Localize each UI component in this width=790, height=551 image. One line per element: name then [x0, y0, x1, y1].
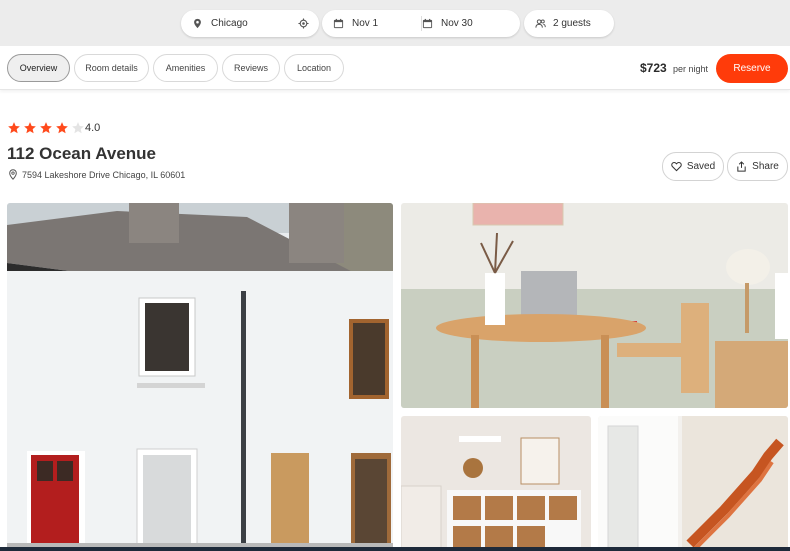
- tab-amenities[interactable]: Amenities: [153, 54, 218, 82]
- price-unit: per night: [673, 64, 709, 74]
- star-icon: [24, 122, 36, 134]
- location-field[interactable]: Chicago: [181, 10, 319, 37]
- share-label: Share: [752, 161, 779, 172]
- star-icon: [40, 122, 52, 134]
- share-button[interactable]: Share: [727, 152, 788, 181]
- check-out-field[interactable]: Nov 30: [421, 18, 510, 30]
- tab-overview[interactable]: Overview: [7, 54, 70, 82]
- section-nav: Overview Room details Amenities Reviews …: [0, 46, 790, 90]
- tab-room-details[interactable]: Room details: [74, 54, 149, 82]
- location-pin-icon: [191, 18, 203, 30]
- listing-address: 7594 Lakeshore Drive Chicago, IL 60601: [8, 169, 185, 180]
- check-in-field[interactable]: Nov 1: [332, 18, 421, 30]
- search-bar: Chicago Nov 1 Nov 30 2 guests: [0, 0, 790, 46]
- saved-label: Saved: [686, 161, 716, 172]
- locate-icon[interactable]: [297, 18, 309, 30]
- guests-icon: [534, 18, 546, 30]
- gallery-photo-stairs[interactable]: [598, 416, 788, 551]
- star-rating: [7, 121, 85, 135]
- guests-field[interactable]: 2 guests: [524, 10, 614, 37]
- gallery-photo-dining[interactable]: [401, 203, 788, 408]
- date-range-field[interactable]: Nov 1 Nov 30: [322, 10, 520, 37]
- location-pin-icon: [9, 169, 17, 180]
- check-out-value: Nov 30: [441, 18, 473, 29]
- check-in-value: Nov 1: [352, 18, 379, 29]
- listing-title: 112 Ocean Avenue: [7, 144, 156, 163]
- star-icon: [56, 122, 68, 134]
- tab-reviews[interactable]: Reviews: [222, 54, 280, 82]
- gallery-photo-main[interactable]: [7, 203, 393, 551]
- share-icon: [737, 161, 746, 172]
- gallery-photo-shelf[interactable]: [401, 416, 591, 551]
- divider: [421, 16, 422, 31]
- saved-button[interactable]: Saved: [662, 152, 724, 181]
- calendar-icon: [421, 18, 433, 30]
- location-value: Chicago: [211, 18, 248, 29]
- heart-icon: [671, 162, 682, 172]
- reserve-button[interactable]: Reserve: [716, 54, 788, 83]
- tab-location[interactable]: Location: [284, 54, 344, 82]
- guests-value: 2 guests: [553, 18, 591, 29]
- address-text: 7594 Lakeshore Drive Chicago, IL 60601: [22, 169, 186, 180]
- window-bottom-edge: [0, 547, 790, 551]
- star-icon: [8, 122, 20, 134]
- rating-value: 4.0: [85, 122, 101, 134]
- price-value: $723: [640, 61, 667, 75]
- star-icon: [72, 122, 84, 134]
- calendar-icon: [332, 18, 344, 30]
